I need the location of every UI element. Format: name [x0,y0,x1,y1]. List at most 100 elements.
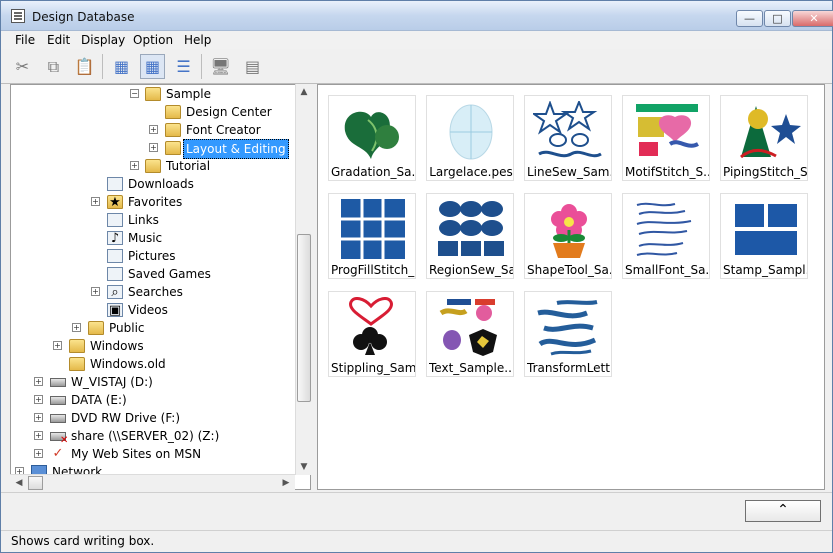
card-writing-icon[interactable]: ▤ [240,54,265,79]
menu-display[interactable]: Display [75,32,131,48]
stippling-thumbnail [349,297,393,355]
tree-row-searches[interactable]: + ⌕ Searches [11,283,296,301]
close-button[interactable]: ✕ [792,10,833,27]
tree-label[interactable]: Searches [126,283,185,301]
tree-row-saved-games[interactable]: Saved Games [11,265,296,283]
monitor-icon[interactable]: 🖥 [208,54,233,79]
tree-label[interactable]: My Web Sites on MSN [69,445,203,463]
expand-icon[interactable]: + [149,125,158,134]
tree-row-design-center[interactable]: Design Center [11,103,296,121]
title-bar[interactable]: Design Database — □ ✕ [1,1,833,31]
details-view-icon[interactable]: ☰ [171,54,196,79]
tree-row-downloads[interactable]: Downloads [11,175,296,193]
tree-label[interactable]: DATA (E:) [69,391,129,409]
design-card-stippling[interactable]: Stippling_Sam... [328,291,416,377]
design-card-stamp[interactable]: Stamp_Sampl... [720,193,808,279]
tree-label[interactable]: Tutorial [164,157,212,175]
tree-row-windows-old[interactable]: Windows.old [11,355,296,373]
expand-icon[interactable]: + [72,323,81,332]
tree-label[interactable]: Music [126,229,164,247]
cut-icon[interactable]: ✂ [10,54,35,79]
design-card-smallfont[interactable]: SmallFont_Sa... [622,193,710,279]
tree-vertical-scrollbar[interactable]: ▲ ▼ [295,84,311,475]
tree-row-favorites[interactable]: + ★ Favorites [11,193,296,211]
expand-icon[interactable]: + [34,449,43,458]
design-card-regionsew[interactable]: RegionSew_Sa... [426,193,514,279]
vertical-scroll-thumb[interactable] [297,234,311,402]
design-card-largelace[interactable]: Largelace.pes [426,95,514,181]
expand-icon[interactable]: + [130,161,139,170]
design-card-linesew[interactable]: LineSew_Sam... [524,95,612,181]
tree-label[interactable]: Downloads [126,175,196,193]
expand-icon[interactable]: + [149,143,158,152]
minimize-button[interactable]: — [736,10,763,27]
tree-label[interactable]: Windows [88,337,146,355]
menu-option[interactable]: Option [127,32,179,48]
tree-label[interactable]: Links [126,211,161,229]
menu-file[interactable]: File [9,32,41,48]
maximize-button[interactable]: □ [764,10,791,27]
tree-row-music[interactable]: ♪ Music [11,229,296,247]
large-thumbnail-view-icon[interactable]: ▦ [140,54,165,79]
design-list[interactable]: Gradation_Sa... Largelace.pes LineSew_Sa… [317,84,825,490]
tree-label[interactable]: share (\\SERVER_02) (Z:) [69,427,221,445]
design-card-motifstitch[interactable]: MotifStitch_S... [622,95,710,181]
tree-label[interactable]: DVD RW Drive (F:) [69,409,182,427]
thumbnail-view-icon[interactable]: ▦ [109,54,134,79]
scroll-up-icon[interactable]: ▲ [298,86,310,98]
tree-label[interactable]: Videos [126,301,170,319]
card-writing-panel: ⌃ [1,492,832,530]
tree-label[interactable]: Windows.old [88,355,168,373]
tree-row-tutorial[interactable]: + Tutorial [11,157,296,175]
design-card-transformletter[interactable]: TransformLett... [524,291,612,377]
tree-label[interactable]: Design Center [184,103,274,121]
tree-label[interactable]: Pictures [126,247,178,265]
tree-label[interactable]: Saved Games [126,265,213,283]
progfillstitch-thumbnail [341,199,405,259]
tree-label[interactable]: W_VISTAJ (D:) [69,373,155,391]
scroll-down-icon[interactable]: ▼ [298,461,310,473]
menu-help[interactable]: Help [178,32,217,48]
tree-row-dvd-drive[interactable]: + DVD RW Drive (F:) [11,409,296,427]
tree-row-drive-e[interactable]: + DATA (E:) [11,391,296,409]
copy-icon[interactable]: ⧉ [41,54,66,79]
paste-icon[interactable]: 📋 [72,54,97,79]
scroll-right-icon[interactable]: ▶ [280,477,292,489]
tree-row-layout-editing[interactable]: + Layout & Editing [11,139,296,159]
tree-row-windows[interactable]: + Windows [11,337,296,355]
tree-row-links[interactable]: Links [11,211,296,229]
selected-tree-label[interactable]: Layout & Editing [183,139,289,159]
design-card-pipingstitch[interactable]: PipingStitch_S... [720,95,808,181]
design-card-progfillstitch[interactable]: ProgFillStitch_... [328,193,416,279]
expand-icon[interactable]: + [34,377,43,386]
tree-row-videos[interactable]: ▣ Videos [11,301,296,319]
menu-edit[interactable]: Edit [41,32,76,48]
expand-icon[interactable]: + [34,395,43,404]
expand-icon[interactable]: + [34,413,43,422]
design-card-shapetool[interactable]: ShapeTool_Sa... [524,193,612,279]
design-card-text[interactable]: Text_Sample.... [426,291,514,377]
tree-label[interactable]: Font Creator [184,121,263,139]
collapse-panel-button[interactable]: ⌃ [745,500,821,522]
tree-row-share-drive[interactable]: + ✕ share (\\SERVER_02) (Z:) [11,427,296,446]
tree-row-drive-d[interactable]: + W_VISTAJ (D:) [11,373,296,391]
folder-tree[interactable]: − Sample Design Center + Font Creator + … [10,84,311,490]
tree-row-web-sites[interactable]: + ✓ My Web Sites on MSN [11,445,296,463]
tree-row-sample[interactable]: − Sample [11,85,296,103]
tree-label[interactable]: Favorites [126,193,184,211]
collapse-icon[interactable]: − [130,89,139,98]
expand-icon[interactable]: + [34,431,43,440]
expand-icon[interactable]: + [91,197,100,206]
design-card-gradation[interactable]: Gradation_Sa... [328,95,416,181]
scroll-left-icon[interactable]: ◀ [13,477,25,489]
design-card-label: Stippling_Sam... [331,361,415,375]
tree-row-public[interactable]: + Public [11,319,296,337]
expand-icon[interactable]: + [53,341,62,350]
tree-label[interactable]: Sample [164,85,213,103]
tree-row-pictures[interactable]: Pictures [11,247,296,265]
tree-row-font-creator[interactable]: + Font Creator [11,121,296,139]
tree-horizontal-scrollbar[interactable]: ◀ ▶ [10,474,295,490]
tree-label[interactable]: Public [107,319,147,337]
horizontal-scroll-thumb[interactable] [28,476,43,490]
expand-icon[interactable]: + [91,287,100,296]
